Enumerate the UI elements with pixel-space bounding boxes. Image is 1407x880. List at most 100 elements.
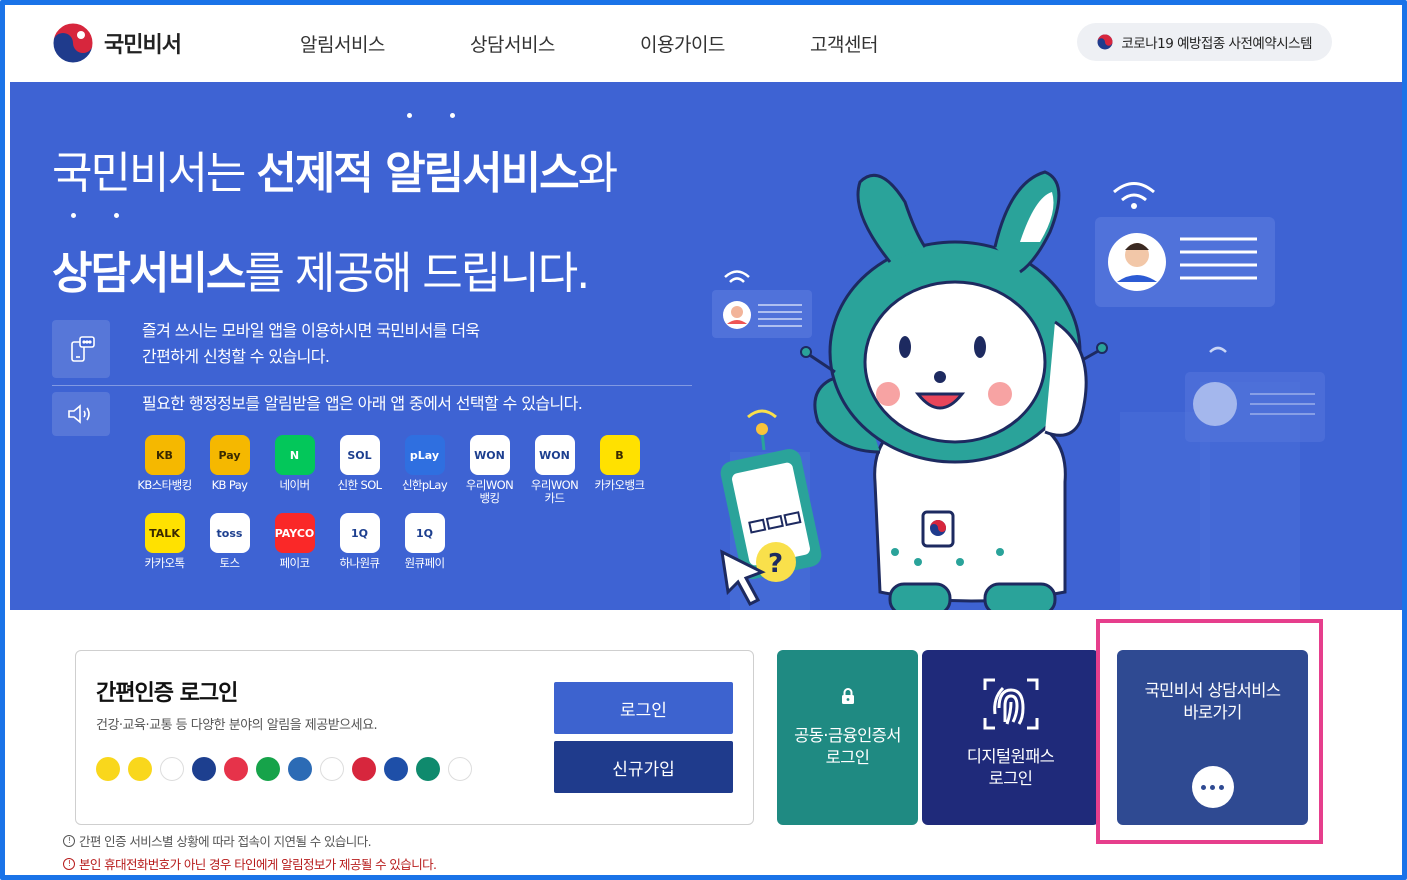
app-icon: 1Q bbox=[404, 513, 445, 553]
app-label: 하나원큐 bbox=[339, 556, 381, 570]
nav-customer-center[interactable]: 고객센터 bbox=[810, 30, 980, 57]
notice-delay: ! 간편 인증 서비스별 상황에 따라 접속이 지연될 수 있습니다. bbox=[63, 831, 372, 850]
auth-provider-icon bbox=[448, 757, 472, 781]
auth-provider-icon bbox=[288, 757, 312, 781]
digital-onepass-label-2: 로그인 bbox=[988, 768, 1033, 788]
app-label: KB스타뱅킹 bbox=[137, 478, 192, 492]
auth-provider-icon bbox=[160, 757, 184, 781]
info-divider bbox=[52, 385, 692, 386]
app-item[interactable]: WON 우리WON 뱅킹 bbox=[457, 435, 522, 513]
hero-banner: 국민비서는 선제적 알림서비스와 상담서비스를 제공해 드립니다. 즐겨 쓰시는… bbox=[10, 82, 1402, 610]
certificate-login-tile[interactable]: 공동·금융인증서 로그인 bbox=[777, 650, 918, 825]
app-item[interactable]: KB KB스타뱅킹 bbox=[132, 435, 197, 513]
login-card-title: 간편인증 로그인 bbox=[96, 681, 238, 706]
speaker-icon bbox=[52, 392, 110, 436]
info-circle-icon: ! bbox=[63, 857, 75, 870]
auth-provider-icon bbox=[384, 757, 408, 781]
certificate-login-label-1: 공동·금융인증서 bbox=[794, 725, 901, 745]
app-icon: SOL bbox=[339, 435, 380, 475]
nav-notification-service[interactable]: 알림서비스 bbox=[300, 30, 470, 57]
info-mobile-app: 즐겨 쓰시는 모바일 앱을 이용하시면 국민비서를 더욱 간편하게 신청할 수 … bbox=[52, 320, 480, 378]
app-icon: WON bbox=[534, 435, 575, 475]
auth-provider-icon bbox=[192, 757, 216, 781]
app-item[interactable]: TALK 카카오톡 bbox=[132, 513, 197, 591]
app-label: 우리WON 뱅킹 bbox=[465, 478, 514, 505]
app-icon: Pay bbox=[209, 435, 250, 475]
fingerprint-icon bbox=[983, 678, 1038, 729]
app-icon: WON bbox=[469, 435, 510, 475]
highlight-box bbox=[1096, 619, 1323, 844]
info-app-select: 필요한 행정정보를 알림받을 앱은 아래 앱 중에서 선택할 수 있습니다. bbox=[52, 392, 583, 436]
app-icon: B bbox=[599, 435, 640, 475]
lock-icon bbox=[841, 687, 854, 704]
app-item[interactable]: PAYCO 페이코 bbox=[262, 513, 327, 591]
mascot-illustration: ? bbox=[712, 170, 1325, 610]
app-item[interactable]: pLay 신한pLay bbox=[392, 435, 457, 513]
app-icon: N bbox=[274, 435, 315, 475]
info-app-select-text: 필요한 행정정보를 알림받을 앱은 아래 앱 중에서 선택할 수 있습니다. bbox=[142, 394, 583, 413]
emphasis-dot bbox=[71, 213, 76, 218]
hero-title-line2: 상담서비스를 제공해 드립니다. bbox=[52, 248, 590, 299]
app-item[interactable]: 1Q 원큐페이 bbox=[392, 513, 457, 591]
app-item[interactable]: B 카카오뱅크 bbox=[587, 435, 652, 513]
app-item[interactable]: SOL 신한 SOL bbox=[327, 435, 392, 513]
taegeuk-small-icon bbox=[1097, 34, 1113, 50]
auth-provider-icon bbox=[320, 757, 344, 781]
certificate-login-label-2: 로그인 bbox=[825, 747, 870, 767]
app-label: 우리WON 카드 bbox=[530, 478, 579, 505]
app-label: 원큐페이 bbox=[404, 556, 446, 570]
digital-onepass-tile[interactable]: 디지털원패스 로그인 bbox=[922, 650, 1099, 825]
app-label: 토스 bbox=[219, 556, 241, 570]
auth-provider-icon bbox=[256, 757, 280, 781]
app-item[interactable]: 1Q 하나원큐 bbox=[327, 513, 392, 591]
app-item[interactable]: Pay KB Pay bbox=[197, 435, 262, 513]
hero-title-line1: 국민비서는 선제적 알림서비스와 bbox=[52, 148, 618, 199]
login-card-description: 건강·교육·교통 등 다양한 분야의 알림을 제공받으세요. bbox=[96, 718, 378, 733]
mobile-chat-icon bbox=[52, 320, 110, 378]
auth-provider-icon bbox=[96, 757, 120, 781]
nav-usage-guide[interactable]: 이용가이드 bbox=[640, 30, 810, 57]
covid-vaccine-button[interactable]: 코로나19 예방접종 사전예약시스템 bbox=[1077, 23, 1332, 61]
app-label: 페이코 bbox=[279, 556, 311, 570]
app-label: 신한 SOL bbox=[337, 478, 383, 492]
signup-button[interactable]: 신규가입 bbox=[554, 741, 733, 793]
logo-text: 국민비서 bbox=[104, 33, 182, 58]
auth-provider-icon bbox=[416, 757, 440, 781]
login-button[interactable]: 로그인 bbox=[554, 682, 733, 734]
covid-vaccine-label: 코로나19 예방접종 사전예약시스템 bbox=[1121, 36, 1312, 52]
nav-consultation-service[interactable]: 상담서비스 bbox=[470, 30, 640, 57]
app-item[interactable]: toss 토스 bbox=[197, 513, 262, 591]
app-item[interactable]: WON 우리WON 카드 bbox=[522, 435, 587, 513]
app-icon: TALK bbox=[144, 513, 185, 553]
app-icon: KB bbox=[144, 435, 185, 475]
auth-provider-icon bbox=[352, 757, 376, 781]
auth-provider-icon bbox=[128, 757, 152, 781]
app-label: 네이버 bbox=[279, 478, 311, 492]
app-icon: PAYCO bbox=[274, 513, 315, 553]
app-icon: pLay bbox=[404, 435, 445, 475]
notice-phone-warning: ! 본인 휴대전화번호가 아닌 경우 타인에게 알림정보가 제공될 수 있습니다… bbox=[63, 854, 437, 873]
info-circle-icon: ! bbox=[63, 834, 75, 847]
digital-onepass-label-1: 디지털원패스 bbox=[966, 746, 1055, 766]
emphasis-dot bbox=[450, 113, 455, 118]
page-frame: 국민비서 알림서비스 상담서비스 이용가이드 고객센터 코로나19 예방접종 사… bbox=[0, 0, 1407, 880]
app-label: 신한pLay bbox=[401, 478, 448, 492]
taegeuk-logo-icon bbox=[52, 22, 94, 64]
app-icon: toss bbox=[209, 513, 250, 553]
app-list: KB KB스타뱅킹 Pay KB Pay N 네이버 SOL 신한 SOL pLay 신한pLay… bbox=[132, 435, 672, 591]
logo[interactable]: 국민비서 bbox=[52, 22, 182, 64]
header: 국민비서 알림서비스 상담서비스 이용가이드 고객센터 코로나19 예방접종 사… bbox=[10, 10, 1402, 82]
main-nav: 알림서비스 상담서비스 이용가이드 고객센터 bbox=[300, 30, 980, 57]
app-label: 카카오톡 bbox=[144, 556, 186, 570]
info-mobile-text: 즐겨 쓰시는 모바일 앱을 이용하시면 국민비서를 더욱 간편하게 신청할 수 … bbox=[142, 321, 480, 366]
emphasis-dot bbox=[407, 113, 412, 118]
app-icon: 1Q bbox=[339, 513, 380, 553]
auth-provider-icons bbox=[96, 757, 472, 781]
app-label: 카카오뱅크 bbox=[594, 478, 646, 492]
simple-auth-login-card: 간편인증 로그인 건강·교육·교통 등 다양한 분야의 알림을 제공받으세요. … bbox=[75, 650, 754, 825]
app-label: KB Pay bbox=[211, 478, 248, 492]
svg-text:?: ? bbox=[768, 549, 783, 579]
emphasis-dot bbox=[114, 213, 119, 218]
app-item[interactable]: N 네이버 bbox=[262, 435, 327, 513]
auth-provider-icon bbox=[224, 757, 248, 781]
